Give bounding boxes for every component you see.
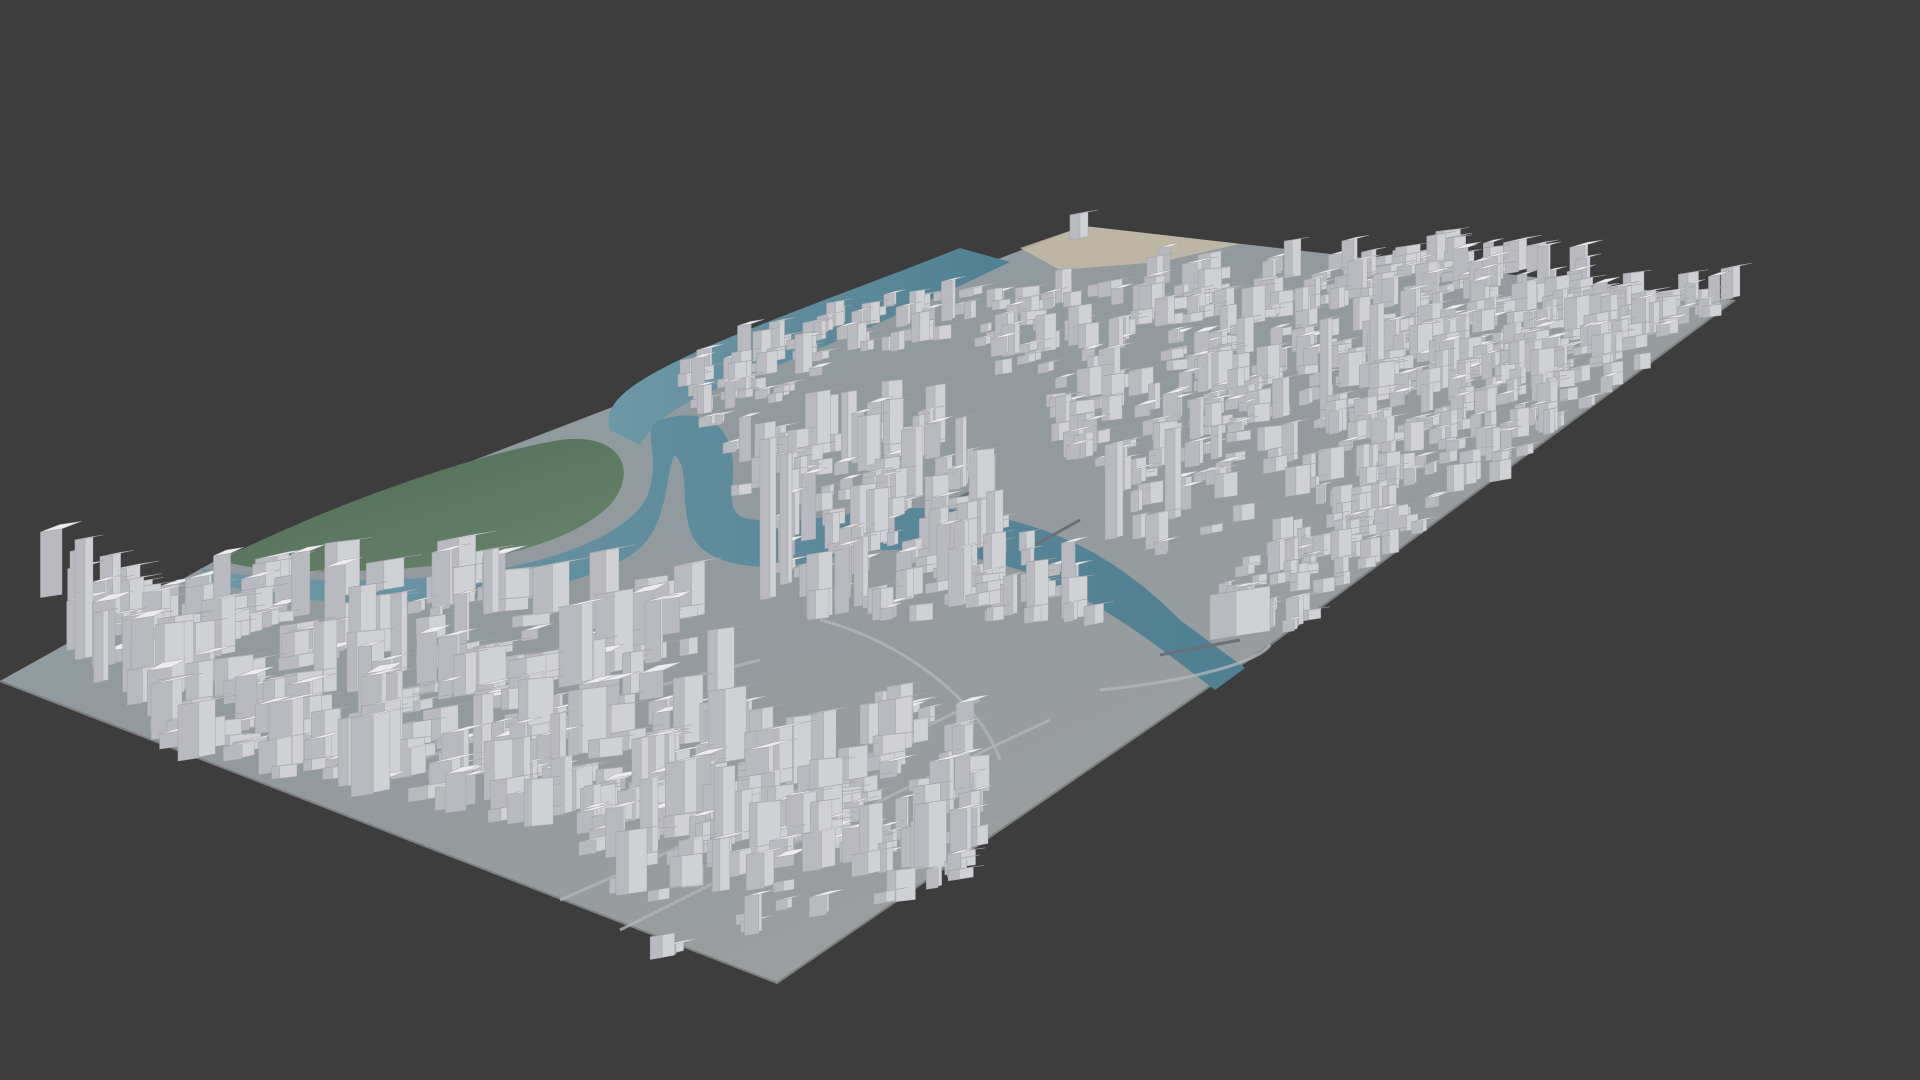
3d-viewport[interactable]	[0, 0, 1920, 1080]
city-scene[interactable]	[0, 0, 1920, 1080]
building	[1720, 263, 1752, 301]
buildings-layer	[40, 209, 1752, 960]
